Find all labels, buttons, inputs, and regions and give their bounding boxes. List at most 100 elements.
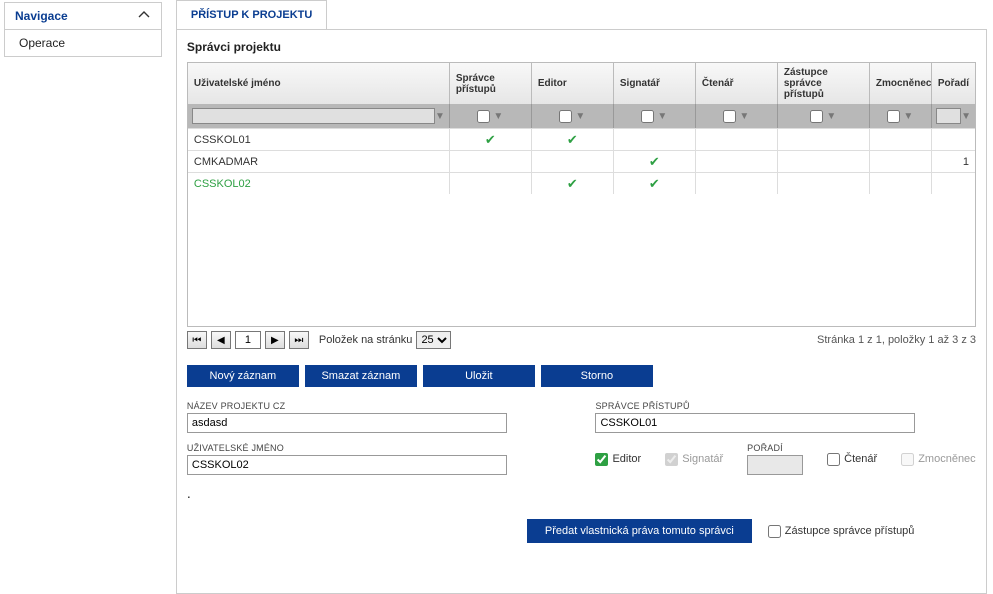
zastupce-checkbox[interactable] bbox=[768, 525, 781, 538]
pager: ⏮ ◀ ▶ ⏭ Položek na stránku 25 Stránka 1 … bbox=[187, 331, 976, 349]
table-cell bbox=[870, 129, 932, 150]
signatar-checkbox-wrap: Signatář bbox=[665, 453, 723, 466]
tab-pristup[interactable]: PŘÍSTUP K PROJEKTU bbox=[176, 0, 327, 29]
filter-zmoc-chk[interactable] bbox=[887, 110, 900, 123]
ctenar-checkbox[interactable] bbox=[827, 453, 840, 466]
user-field[interactable] bbox=[187, 455, 507, 475]
filter-user-input[interactable] bbox=[192, 108, 435, 124]
table-cell bbox=[870, 173, 932, 194]
table-cell bbox=[696, 173, 778, 194]
bottom-row: Předat vlastnická práva tomuto správci Z… bbox=[187, 519, 976, 543]
table-cell: CSSKOL02 bbox=[188, 173, 450, 194]
form-area: NÁZEV PROJEKTU CZ UŽIVATELSKÉ JMÉNO . SP… bbox=[187, 401, 976, 501]
table-row[interactable]: CSSKOL01 ✔ ✔ bbox=[188, 128, 975, 150]
editor-checkbox-wrap[interactable]: Editor bbox=[595, 453, 641, 466]
filter-signatar-chk[interactable] bbox=[641, 110, 654, 123]
table-cell bbox=[450, 173, 532, 194]
zmoc-checkbox-wrap: Zmocněnec bbox=[901, 453, 975, 466]
filter-icon[interactable]: ▼ bbox=[903, 111, 913, 122]
user-label: UŽIVATELSKÉ JMÉNO bbox=[187, 443, 568, 453]
col-signatar[interactable]: Signatář bbox=[614, 63, 696, 104]
filter-icon[interactable]: ▼ bbox=[826, 111, 836, 122]
pager-last-button[interactable]: ⏭ bbox=[289, 331, 309, 349]
nav-header[interactable]: Navigace bbox=[5, 3, 161, 29]
table-cell bbox=[450, 151, 532, 172]
table-cell bbox=[614, 129, 696, 150]
filter-icon[interactable]: ▼ bbox=[493, 111, 503, 122]
grid-header: Uživatelské jméno Správce přístupů Edito… bbox=[188, 63, 975, 104]
pager-next-button[interactable]: ▶ bbox=[265, 331, 285, 349]
check-icon: ✔ bbox=[567, 176, 578, 192]
check-icon: ✔ bbox=[649, 154, 660, 170]
project-name-label: NÁZEV PROJEKTU CZ bbox=[187, 401, 568, 411]
table-cell bbox=[932, 129, 975, 150]
table-cell: 1 bbox=[932, 151, 975, 172]
col-zastupce[interactable]: Zástupce správce přístupů bbox=[778, 63, 870, 104]
table-cell bbox=[532, 151, 614, 172]
pager-page-input[interactable] bbox=[235, 331, 261, 349]
col-zmoc[interactable]: Zmocněnec bbox=[870, 63, 932, 104]
table-cell bbox=[870, 151, 932, 172]
transfer-button[interactable]: Předat vlastnická práva tomuto správci bbox=[527, 519, 752, 543]
filter-spravce-chk[interactable] bbox=[477, 110, 490, 123]
pager-first-button[interactable]: ⏮ bbox=[187, 331, 207, 349]
ctenar-checkbox-wrap[interactable]: Čtenář bbox=[827, 453, 877, 466]
save-button[interactable]: Uložit bbox=[423, 365, 535, 387]
zmoc-checkbox bbox=[901, 453, 914, 466]
nav-header-label: Navigace bbox=[15, 9, 68, 23]
table-row[interactable]: CSSKOL02 ✔ ✔ bbox=[188, 172, 975, 194]
per-page-select[interactable]: 25 bbox=[416, 331, 451, 349]
chevron-up-icon bbox=[137, 9, 151, 23]
section-title: Správci projektu bbox=[187, 40, 976, 54]
zastupce-checkbox-wrap[interactable]: Zástupce správce přístupů bbox=[768, 525, 915, 538]
pager-prev-button[interactable]: ◀ bbox=[211, 331, 231, 349]
delete-button[interactable]: Smazat záznam bbox=[305, 365, 417, 387]
button-row: Nový záznam Smazat záznam Uložit Storno bbox=[187, 365, 976, 387]
grid-filter-row: ▼ ▼ ▼ ▼ ▼ ▼ ▼ ▼ bbox=[188, 104, 975, 128]
col-user[interactable]: Uživatelské jméno bbox=[188, 63, 450, 104]
pager-info: Stránka 1 z 1, položky 1 až 3 z 3 bbox=[817, 334, 976, 346]
period-marker: . bbox=[187, 485, 568, 501]
filter-ctenar-chk[interactable] bbox=[723, 110, 736, 123]
table-row[interactable]: CMKADMAR ✔ 1 bbox=[188, 150, 975, 172]
poradi-label: POŘADÍ bbox=[747, 443, 803, 453]
per-page-label: Položek na stránku bbox=[319, 334, 413, 346]
main-panel: Správci projektu Uživatelské jméno Správ… bbox=[176, 29, 987, 594]
table-cell: CMKADMAR bbox=[188, 151, 450, 172]
check-icon: ✔ bbox=[485, 132, 496, 148]
cancel-button[interactable]: Storno bbox=[541, 365, 653, 387]
users-grid: Uživatelské jméno Správce přístupů Edito… bbox=[187, 62, 976, 327]
check-icon: ✔ bbox=[649, 176, 660, 192]
filter-editor-chk[interactable] bbox=[559, 110, 572, 123]
filter-icon[interactable]: ▼ bbox=[657, 111, 667, 122]
col-ctenar[interactable]: Čtenář bbox=[696, 63, 778, 104]
table-cell bbox=[696, 151, 778, 172]
check-icon: ✔ bbox=[567, 132, 578, 148]
table-cell: CSSKOL01 bbox=[188, 129, 450, 150]
grid-body: CSSKOL01 ✔ ✔ CMKADMAR ✔ 1 CSSKOL02 ✔ ✔ bbox=[188, 128, 975, 326]
filter-icon[interactable]: ▼ bbox=[739, 111, 749, 122]
table-cell: ✔ bbox=[532, 173, 614, 194]
col-editor[interactable]: Editor bbox=[532, 63, 614, 104]
sidebar-item-operace[interactable]: Operace bbox=[5, 29, 161, 56]
new-button[interactable]: Nový záznam bbox=[187, 365, 299, 387]
table-cell bbox=[778, 173, 870, 194]
col-poradi[interactable]: Pořadí bbox=[932, 63, 975, 104]
table-cell: ✔ bbox=[614, 151, 696, 172]
editor-checkbox[interactable] bbox=[595, 453, 608, 466]
table-cell bbox=[778, 151, 870, 172]
col-spravce[interactable]: Správce přístupů bbox=[450, 63, 532, 104]
signatar-checkbox bbox=[665, 453, 678, 466]
filter-icon[interactable]: ▼ bbox=[435, 111, 445, 122]
filter-icon[interactable]: ▼ bbox=[575, 111, 585, 122]
filter-zastupce-chk[interactable] bbox=[810, 110, 823, 123]
filter-poradi-input[interactable] bbox=[936, 108, 961, 124]
table-cell: ✔ bbox=[532, 129, 614, 150]
table-cell bbox=[932, 173, 975, 194]
project-name-field[interactable] bbox=[187, 413, 507, 433]
table-cell bbox=[778, 129, 870, 150]
access-mgr-label: SPRÁVCE PŘÍSTUPŮ bbox=[595, 401, 976, 411]
filter-icon[interactable]: ▼ bbox=[961, 111, 971, 122]
access-mgr-field[interactable] bbox=[595, 413, 915, 433]
poradi-field bbox=[747, 455, 803, 475]
